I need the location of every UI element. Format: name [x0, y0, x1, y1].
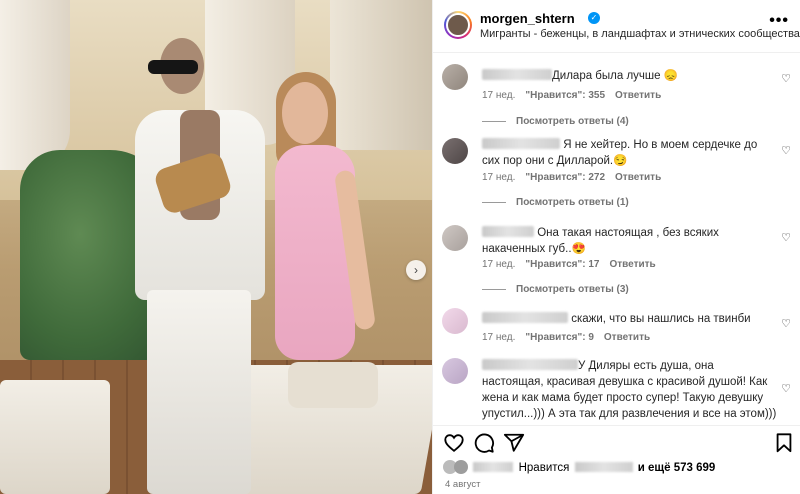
heart-icon[interactable]	[443, 432, 465, 454]
comment-text: Я не хейтер. Но в моем сердечке до сих п…	[482, 138, 758, 167]
comment-text: Она такая настоящая , без всяких накачен…	[482, 226, 719, 255]
comment-text: скажи, что вы нашлись на твинби	[482, 311, 778, 327]
comment-heart-icon[interactable]: ♡	[781, 317, 791, 330]
sunglasses	[148, 60, 198, 74]
avatar[interactable]	[442, 138, 468, 164]
avatar[interactable]	[442, 308, 468, 334]
more-options-icon[interactable]: •••	[769, 12, 789, 30]
post-caption: Мигранты - беженцы, в ландшафтах и этнич…	[480, 28, 800, 40]
share-icon[interactable]	[503, 432, 525, 454]
comment-text: Дилара была лучше 😞	[482, 68, 778, 84]
post-side-panel: morgen_shtern ✓ Мигранты - беженцы, в ла…	[432, 0, 800, 494]
beach-umbrella	[330, 0, 432, 150]
avatar[interactable]	[442, 64, 468, 90]
comment-icon[interactable]	[473, 432, 495, 454]
comment-heart-icon[interactable]: ♡	[781, 382, 791, 395]
post-actions-bar	[433, 425, 800, 457]
lounger-pillow	[288, 362, 378, 408]
avatar[interactable]	[442, 225, 468, 251]
blurred-username	[482, 138, 560, 149]
reply-button[interactable]: Ответить	[615, 172, 661, 183]
man-figure	[135, 90, 265, 494]
comment-meta: 17 нед. "Нравится": 17 Ответить	[482, 259, 656, 270]
comment-text: У Диляры есть душа, она настоящая, краси…	[482, 359, 777, 420]
blurred-username	[482, 312, 568, 323]
beach-umbrella	[0, 0, 70, 170]
comment-meta: 17 нед. "Нравится": 355 Ответить	[482, 90, 662, 101]
bookmark-icon[interactable]	[773, 432, 795, 454]
post-date: 4 август	[445, 479, 481, 490]
comment-meta: 17 нед. "Нравится": 272 Ответить	[482, 172, 662, 183]
avatar[interactable]	[444, 11, 472, 39]
reply-button[interactable]: Ответить	[615, 90, 661, 101]
view-replies-button[interactable]: Посмотреть ответы (4)	[482, 116, 629, 127]
blurred-username	[482, 69, 552, 80]
post-photo[interactable]: ›	[0, 0, 432, 494]
username[interactable]: morgen_shtern	[480, 11, 575, 26]
reply-button[interactable]: Ответить	[609, 259, 655, 270]
avatar[interactable]	[442, 358, 468, 384]
avatar	[454, 460, 469, 474]
verified-badge-icon: ✓	[588, 12, 600, 24]
view-replies-button[interactable]: Посмотреть ответы (1)	[482, 197, 629, 208]
likes-summary[interactable]: Нравится и ещё 573 699	[443, 460, 715, 474]
blurred-username	[574, 462, 633, 472]
blurred-username	[482, 226, 534, 237]
comment-meta: 17 нед. "Нравится": 9 Ответить	[482, 332, 651, 343]
view-replies-button[interactable]: Посмотреть ответы (3)	[482, 284, 629, 295]
comments-list: Дилара была лучше 😞 17 нед. "Нравится": 3…	[433, 54, 800, 424]
comment-heart-icon[interactable]: ♡	[781, 72, 791, 85]
sun-lounger	[0, 380, 110, 494]
reply-button[interactable]: Ответить	[604, 332, 650, 343]
blurred-username	[473, 462, 514, 472]
post-header: morgen_shtern ✓ Мигранты - беженцы, в ла…	[433, 0, 800, 53]
comment-heart-icon[interactable]: ♡	[781, 144, 791, 157]
comment-heart-icon[interactable]: ♡	[781, 231, 791, 244]
chevron-right-icon[interactable]: ›	[406, 260, 426, 280]
woman-head	[282, 82, 328, 144]
blurred-username	[482, 359, 578, 370]
